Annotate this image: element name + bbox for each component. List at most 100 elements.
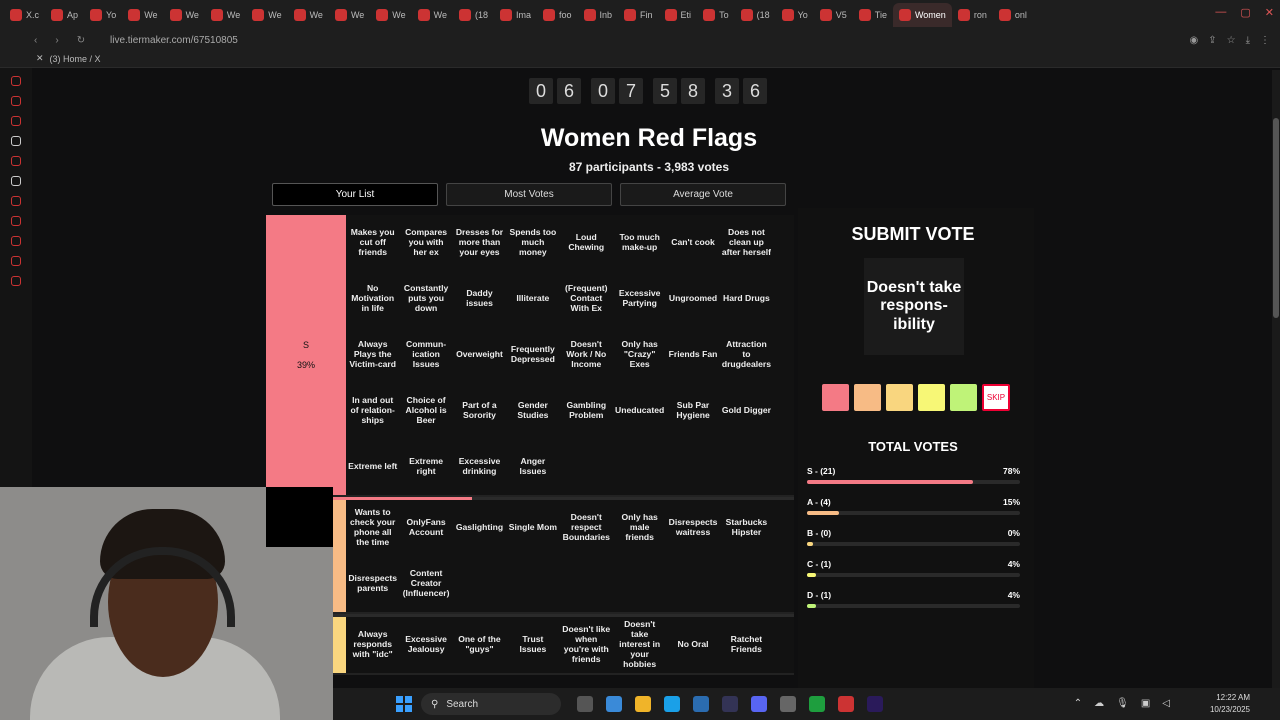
tier-item[interactable]: Excessive Partying (613, 271, 666, 327)
browser-tab[interactable]: We (412, 3, 453, 27)
browser-tab[interactable]: We (329, 3, 370, 27)
browser-tab[interactable]: foo (537, 3, 578, 27)
sidebar-app-icon[interactable] (11, 76, 21, 86)
skip-button[interactable]: SKIP (982, 384, 1010, 411)
tier-item[interactable]: Constantly puts you down (399, 271, 452, 327)
tier-item[interactable]: Doesn't take interest in your hobbies (613, 617, 666, 673)
menu-icon[interactable]: ⋮ (1260, 35, 1270, 46)
browser-tab[interactable]: Women (892, 3, 952, 27)
browser-tab[interactable]: Inb (578, 3, 619, 27)
sidebar-app-icon[interactable] (11, 176, 21, 186)
tier-vote-swatch[interactable] (822, 384, 849, 411)
discord-icon[interactable] (751, 696, 767, 712)
browser-tab[interactable]: We (164, 3, 205, 27)
steam-icon[interactable] (722, 696, 738, 712)
tier-item[interactable]: Spends too much money (506, 215, 559, 271)
url-field[interactable]: live.tiermaker.com/67510805 (110, 35, 238, 46)
tier-item[interactable]: Wants to check your phone all the time (346, 500, 399, 556)
tab-your-list[interactable]: Your List (272, 183, 438, 206)
tier-vote-swatch[interactable] (950, 384, 977, 411)
tier-item[interactable]: Friends Fan (666, 327, 719, 383)
current-vote-item[interactable]: Doesn't take respons-ibility (864, 258, 964, 355)
browser-tab[interactable]: Yo (84, 3, 122, 27)
tier-item[interactable]: Overweight (453, 327, 506, 383)
tier-item[interactable]: OnlyFans Account (399, 500, 452, 556)
tier-item[interactable]: Compares you with her ex (399, 215, 452, 271)
browser-tab[interactable]: Ap (45, 3, 84, 27)
tier-item[interactable]: Single Mom (506, 500, 559, 556)
browser-tab[interactable]: To (697, 3, 735, 27)
tier-item[interactable]: Only has "Crazy" Exes (613, 327, 666, 383)
tier-item[interactable]: Extreme left (346, 439, 399, 495)
tier-item[interactable]: Only has male friends (613, 500, 666, 556)
tier-item[interactable]: Always Plays the Victim-card (346, 327, 399, 383)
forward-icon[interactable]: › (55, 35, 58, 46)
maximize-icon[interactable]: ▢ (1240, 6, 1250, 19)
tier-item[interactable]: Dresses for more than your eyes (453, 215, 506, 271)
tier-item[interactable]: Daddy issues (453, 271, 506, 327)
edge-icon[interactable] (664, 696, 680, 712)
sidebar-app-icon[interactable] (11, 236, 21, 246)
cloud-icon[interactable]: ☁ (1094, 698, 1104, 709)
tier-item[interactable]: In and out of relation-ships (346, 383, 399, 439)
tier-item[interactable]: Trust Issues (506, 617, 559, 673)
tier-item[interactable]: Uneducated (613, 383, 666, 439)
download-icon[interactable]: ⤓ (1246, 35, 1250, 46)
browser-tab[interactable]: ron (952, 3, 993, 27)
close-icon[interactable]: ✕ (1265, 6, 1274, 19)
xbox-icon[interactable] (809, 696, 825, 712)
browser-tab[interactable]: onl (993, 3, 1033, 27)
taskbar-app-icon[interactable] (577, 696, 593, 712)
premiere-icon[interactable] (867, 696, 883, 712)
tier-item[interactable]: Commun-ication Issues (399, 327, 452, 383)
opera-icon[interactable] (838, 696, 854, 712)
tier-item[interactable]: Attraction to drugdealers (720, 327, 773, 383)
sidebar-app-icon[interactable] (11, 276, 21, 286)
tier-item[interactable]: Gaslighting (453, 500, 506, 556)
volume-icon[interactable]: ◁ (1162, 698, 1170, 709)
tier-item[interactable]: Starbucks Hipster (720, 500, 773, 556)
tier-item[interactable]: Excessive Jealousy (399, 617, 452, 673)
tier-item[interactable]: Anger Issues (506, 439, 559, 495)
tier-item[interactable]: Ungroomed (666, 271, 719, 327)
sidebar-app-icon[interactable] (11, 256, 21, 266)
taskbar-clock[interactable]: 12:22 AM 10/23/2025 (1210, 692, 1250, 716)
tier-vote-swatch[interactable] (918, 384, 945, 411)
back-icon[interactable]: ‹ (34, 35, 37, 46)
browser-tab[interactable]: (18 (735, 3, 776, 27)
browser-tab[interactable]: Fin (618, 3, 659, 27)
tier-item[interactable]: Ratchet Friends (720, 617, 773, 673)
tier-item[interactable]: (Frequent) Contact With Ex (560, 271, 613, 327)
sidebar-app-icon[interactable] (11, 96, 21, 106)
tab-average-vote[interactable]: Average Vote (620, 183, 786, 206)
tier-item[interactable]: Gold Digger (720, 383, 773, 439)
tier-item[interactable]: Doesn't like when you're with friends (560, 617, 613, 673)
mic-icon[interactable]: 🎙 (1116, 698, 1129, 709)
tier-item[interactable]: One of the "guys" (453, 617, 506, 673)
scrollbar-thumb[interactable] (1273, 118, 1279, 318)
taskbar-app-icon[interactable] (606, 696, 622, 712)
tier-item[interactable]: Always responds with "idc" (346, 617, 399, 673)
browser-tab[interactable]: Ima (494, 3, 537, 27)
folder-icon[interactable] (635, 696, 651, 712)
tier-item[interactable]: Extreme right (399, 439, 452, 495)
browser-tab[interactable]: We (370, 3, 411, 27)
sidebar-app-icon[interactable] (11, 196, 21, 206)
browser-tab[interactable]: Tie (853, 3, 893, 27)
browser-tab[interactable]: X.c (4, 3, 45, 27)
windows-start-icon[interactable] (396, 696, 412, 712)
tier-item[interactable]: Loud Chewing (560, 215, 613, 271)
tier-vote-swatch[interactable] (886, 384, 913, 411)
tier-item[interactable]: Content Creator (Influencer) (399, 556, 452, 612)
tier-item[interactable]: Doesn't Work / No Income (560, 327, 613, 383)
network-icon[interactable]: ▣ (1141, 698, 1150, 709)
minimize-icon[interactable]: — (1215, 6, 1226, 19)
tier-item[interactable]: Part of a Sorority (453, 383, 506, 439)
tier-item[interactable]: Gender Studies (506, 383, 559, 439)
browser-tab[interactable]: V5 (814, 3, 853, 27)
browser-tab[interactable]: Yo (776, 3, 814, 27)
tier-item[interactable]: Does not clean up after herself (720, 215, 773, 271)
sidebar-app-icon[interactable] (11, 216, 21, 226)
tier-item[interactable]: Hard Drugs (720, 271, 773, 327)
tier-item[interactable]: Choice of Alcohol is Beer (399, 383, 452, 439)
